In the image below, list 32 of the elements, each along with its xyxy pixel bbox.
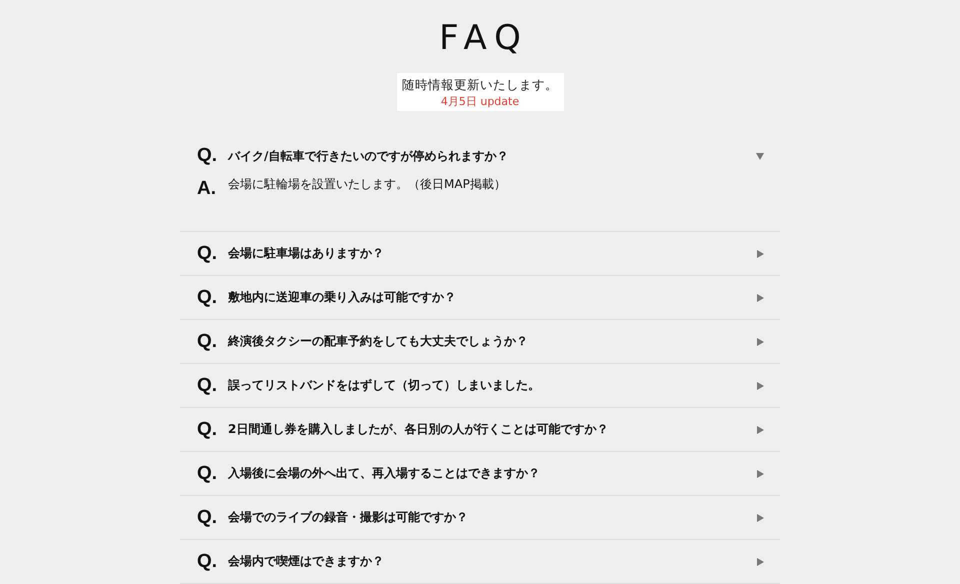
caret-right-icon[interactable] xyxy=(755,248,765,258)
question-text[interactable]: 誤ってリストバンドをはずして（切って）しまいました。 xyxy=(228,377,755,394)
answer-text: 会場に駐輪場を設置いたします。（後日MAP掲載） xyxy=(228,176,506,192)
question-text[interactable]: 終演後タクシーの配車予約をしても大丈夫でしょうか？ xyxy=(228,333,755,350)
caret-down-icon[interactable] xyxy=(755,151,765,161)
caret-right-icon[interactable] xyxy=(755,556,765,566)
question-text[interactable]: 2日間通し券を購入しましたが、各日別の人が行くことは可能ですか？ xyxy=(228,421,755,438)
question-marker: Q. xyxy=(197,330,218,352)
question-marker: Q. xyxy=(197,462,218,484)
answer-marker: A. xyxy=(197,177,217,201)
caret-right-icon[interactable] xyxy=(755,512,765,522)
question-marker: Q. xyxy=(197,506,218,528)
question-marker: Q. xyxy=(197,242,218,264)
question-text[interactable]: 入場後に会場の外へ出て、再入場することはできますか？ xyxy=(228,465,755,482)
caret-right-icon[interactable] xyxy=(755,336,765,346)
caret-right-icon[interactable] xyxy=(755,424,765,434)
question-marker: Q. xyxy=(197,550,218,572)
question-text[interactable]: 会場でのライブの録音・撮影は可能ですか？ xyxy=(228,509,755,526)
question-text[interactable]: バイク/自転車で行きたいのですが停められますか？ xyxy=(228,148,755,164)
question-text[interactable]: 敷地内に送迎車の乗り入みは可能ですか？ xyxy=(228,289,755,306)
question-text[interactable]: 会場に駐車場はありますか？ xyxy=(228,245,755,262)
page-title: FAQ xyxy=(438,18,529,58)
caret-right-icon[interactable] xyxy=(755,380,765,390)
update-date: 4月5日 update xyxy=(440,94,520,108)
question-marker: Q. xyxy=(197,145,218,167)
notice-text: 随時情報更新いたします。 xyxy=(402,76,558,94)
caret-right-icon[interactable] xyxy=(755,468,765,478)
question-marker: Q. xyxy=(197,374,218,396)
caret-right-icon[interactable] xyxy=(755,292,765,302)
question-text[interactable]: 会場内で喫煙はできますか？ xyxy=(228,553,755,570)
question-marker: Q. xyxy=(197,418,218,440)
question-marker: Q. xyxy=(197,286,218,308)
